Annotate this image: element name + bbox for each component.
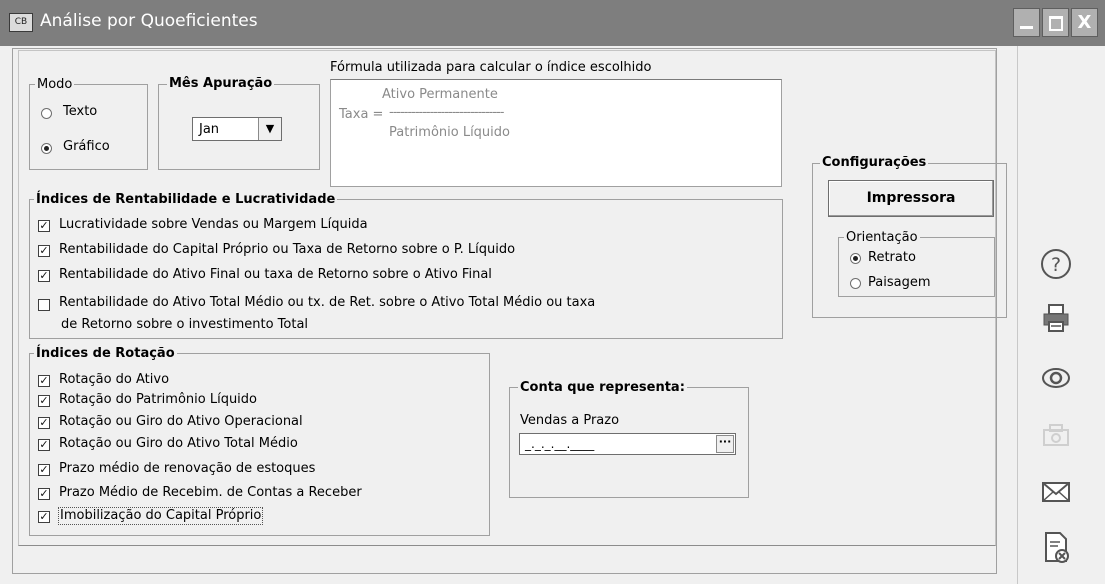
- formula-denominator: Patrimônio Líquido: [389, 125, 510, 140]
- chevron-down-icon[interactable]: ▼: [258, 118, 281, 140]
- app-window: CB Análise por Quoeficientes X Modo Text…: [0, 0, 1105, 584]
- conta-input-value: _._._.__.____: [525, 437, 595, 451]
- checkbox-rotacao-ativo[interactable]: ✓: [38, 375, 50, 387]
- checkbox-imobilizacao-label[interactable]: Imobilização do Capital Próprio: [57, 507, 264, 525]
- title-bar[interactable]: CB Análise por Quoeficientes X: [0, 0, 1105, 46]
- checkbox-giro-ativo-total-medio[interactable]: ✓: [38, 439, 50, 451]
- radio-grafico-label[interactable]: Gráfico: [63, 139, 110, 155]
- maximize-button[interactable]: [1042, 8, 1069, 37]
- formula-label: Taxa =: [339, 107, 384, 122]
- checkbox-rent-capital-proprio-label[interactable]: Rentabilidade do Capital Próprio ou Taxa…: [59, 242, 515, 258]
- checkbox-giro-ativo-operacional-label[interactable]: Rotação ou Giro do Ativo Operacional: [59, 414, 303, 430]
- close-button[interactable]: X: [1071, 8, 1098, 37]
- conta-legend: Conta que representa:: [518, 380, 687, 395]
- window-title: Análise por Quoeficientes: [40, 11, 258, 31]
- radio-retrato-label[interactable]: Retrato: [868, 250, 916, 266]
- mes-apuracao-legend: Mês Apuração: [167, 76, 275, 91]
- modo-legend: Modo: [35, 77, 75, 92]
- checkbox-rent-ativo-total-medio[interactable]: [38, 299, 50, 311]
- rotacao-legend: Índices de Rotação: [34, 346, 177, 361]
- checkbox-giro-ativo-operacional[interactable]: ✓: [38, 417, 50, 429]
- formula-caption: Fórmula utilizada para calcular o índice…: [330, 60, 652, 75]
- checkbox-rent-ativo-final-label[interactable]: Rentabilidade do Ativo Final ou taxa de …: [59, 267, 492, 283]
- disabled-export-icon: [1043, 424, 1069, 446]
- radio-paisagem[interactable]: [850, 278, 861, 289]
- checkbox-lucratividade[interactable]: ✓: [38, 220, 50, 232]
- formula-divider: -------------------------------: [389, 105, 504, 120]
- email-icon[interactable]: [1040, 476, 1072, 508]
- checkbox-rotacao-pl-label[interactable]: Rotação do Patrimônio Líquido: [59, 392, 257, 408]
- radio-texto[interactable]: [41, 108, 52, 119]
- browse-button[interactable]: ···: [716, 435, 734, 453]
- orientacao-legend: Orientação: [844, 230, 920, 245]
- conta-input[interactable]: _._._.__.____ ···: [519, 433, 736, 455]
- preview-eye-icon[interactable]: [1040, 362, 1072, 394]
- checkbox-lucratividade-label[interactable]: Lucratividade sobre Vendas ou Margem Líq…: [59, 217, 368, 233]
- printer-icon[interactable]: [1040, 302, 1072, 334]
- checkbox-prazo-estoques-label[interactable]: Prazo médio de renovação de estoques: [59, 461, 315, 477]
- checkbox-prazo-recebimento[interactable]: ✓: [38, 488, 50, 500]
- modo-group: [29, 84, 148, 170]
- mes-select[interactable]: Jan ▼: [192, 117, 282, 141]
- svg-text:?: ?: [1051, 254, 1061, 276]
- checkbox-rotacao-pl[interactable]: ✓: [38, 395, 50, 407]
- close-document-icon[interactable]: [1040, 531, 1072, 565]
- checkbox-rent-ativo-total-medio-label[interactable]: Rentabilidade do Ativo Total Médio ou tx…: [59, 295, 595, 311]
- formula-display: Ativo Permanente Taxa = ----------------…: [330, 79, 782, 187]
- checkbox-giro-ativo-total-medio-label[interactable]: Rotação ou Giro do Ativo Total Médio: [59, 436, 298, 452]
- checkbox-prazo-recebimento-label[interactable]: Prazo Médio de Recebim. de Contas a Rece…: [59, 485, 362, 501]
- app-icon: CB: [9, 13, 33, 32]
- help-icon[interactable]: ?: [1040, 248, 1072, 280]
- conta-label: Vendas a Prazo: [520, 413, 620, 428]
- configuracoes-legend: Configurações: [820, 155, 929, 170]
- radio-texto-label[interactable]: Texto: [63, 104, 97, 120]
- mes-select-value: Jan: [199, 122, 220, 137]
- checkbox-imobilizacao[interactable]: ✓: [38, 511, 50, 523]
- radio-retrato[interactable]: [850, 253, 861, 264]
- impressora-button[interactable]: Impressora: [828, 180, 994, 217]
- rentabilidade-legend: Índices de Rentabilidade e Lucratividade: [34, 192, 338, 207]
- radio-paisagem-label[interactable]: Paisagem: [868, 275, 931, 291]
- checkbox-rent-ativo-final[interactable]: ✓: [38, 270, 50, 282]
- checkbox-prazo-estoques[interactable]: ✓: [38, 464, 50, 476]
- checkbox-rent-capital-proprio[interactable]: ✓: [38, 245, 50, 257]
- radio-grafico[interactable]: [41, 143, 52, 154]
- minimize-button[interactable]: [1013, 8, 1040, 37]
- checkbox-rotacao-ativo-label[interactable]: Rotação do Ativo: [59, 372, 169, 388]
- checkbox-rent-ativo-total-medio-label2[interactable]: de Retorno sobre o investimento Total: [61, 317, 308, 333]
- formula-numerator: Ativo Permanente: [382, 87, 498, 102]
